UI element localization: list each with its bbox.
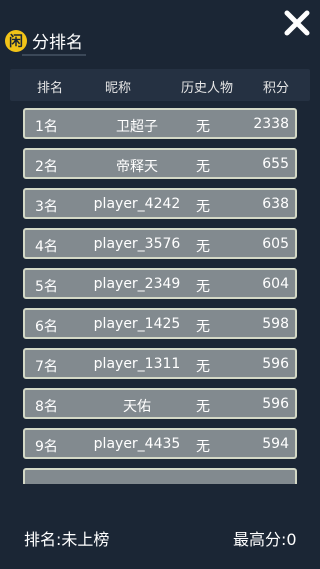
row-history: 无 xyxy=(196,239,210,255)
row-score: 655 xyxy=(262,156,289,172)
row-score: 605 xyxy=(262,236,289,252)
table-row[interactable]: 6名 player_1425 无 598 xyxy=(23,308,297,339)
table-row[interactable]: 7名 player_1311 无 596 xyxy=(23,348,297,379)
column-nickname-header: 昵称 xyxy=(104,81,131,96)
title-underline xyxy=(22,54,86,56)
row-history: 无 xyxy=(196,439,210,455)
row-rank: 7名 xyxy=(35,359,58,375)
row-nickname: player_1425 xyxy=(93,316,181,332)
row-history: 无 xyxy=(196,119,210,135)
row-rank: 5名 xyxy=(35,279,58,295)
row-score: 598 xyxy=(262,316,289,332)
row-nickname: player_1311 xyxy=(93,356,181,372)
row-score: 596 xyxy=(262,356,289,372)
close-icon[interactable] xyxy=(280,6,314,40)
table-row[interactable]: 9名 player_4435 无 594 xyxy=(23,428,297,459)
row-rank: 6名 xyxy=(35,319,58,335)
row-history: 无 xyxy=(196,359,210,375)
row-rank: 3名 xyxy=(35,199,58,215)
row-score: 604 xyxy=(262,276,289,292)
row-rank: 1名 xyxy=(35,119,58,135)
column-score-header: 积分 xyxy=(262,81,289,96)
row-rank: 9名 xyxy=(35,439,58,455)
table-row-partial[interactable] xyxy=(23,468,297,484)
row-rank: 2名 xyxy=(35,159,58,175)
page-title: 分排名 xyxy=(32,33,83,53)
table-row[interactable]: 2名 帝释天 无 655 xyxy=(23,148,297,179)
row-score: 594 xyxy=(262,436,289,452)
column-history-header: 历史人物 xyxy=(180,81,233,96)
row-nickname: 帝释天 xyxy=(116,159,158,175)
row-history: 无 xyxy=(196,319,210,335)
my-rank-label: 排名:未上榜 xyxy=(24,530,110,549)
best-score-label: 最高分:0 xyxy=(233,530,297,549)
row-history: 无 xyxy=(196,399,210,415)
row-history: 无 xyxy=(196,279,210,295)
row-history: 无 xyxy=(196,199,210,215)
ranking-list[interactable]: 1名 卫超子无 2338 2名 帝释天无 655 3名 player_4242 无 638 4名 pl… xyxy=(0,104,320,484)
table-row[interactable]: 8名 天佑 无 596 xyxy=(23,388,297,419)
row-nickname: player_2349 xyxy=(93,276,181,292)
row-score: 2338 xyxy=(253,116,289,132)
row-rank: 4名 xyxy=(35,239,58,255)
row-history: 无 xyxy=(196,159,210,175)
logo-icon: 闲 xyxy=(5,30,27,52)
row-nickname: player_3576 xyxy=(93,236,181,252)
row-nickname: player_4242 xyxy=(93,196,181,212)
table-header: 排名 昵称 历史人物 积分 xyxy=(10,69,310,101)
table-row[interactable]: 3名 player_4242 无 638 xyxy=(23,188,297,219)
row-rank: 8名 xyxy=(35,399,58,415)
table-row[interactable]: 4名 player_3576 无 605 xyxy=(23,228,297,259)
table-row[interactable]: 1名 卫超子 无 2338 xyxy=(23,108,297,139)
row-score: 596 xyxy=(262,396,289,412)
row-score: 638 xyxy=(262,196,289,212)
row-nickname: 卫超子 xyxy=(116,119,158,135)
column-rank-header: 排名 xyxy=(36,81,63,96)
table-row[interactable]: 5名 player_2349 无 604 xyxy=(23,268,297,299)
row-nickname: 天佑 xyxy=(123,399,151,415)
row-nickname: player_4435 xyxy=(93,436,181,452)
